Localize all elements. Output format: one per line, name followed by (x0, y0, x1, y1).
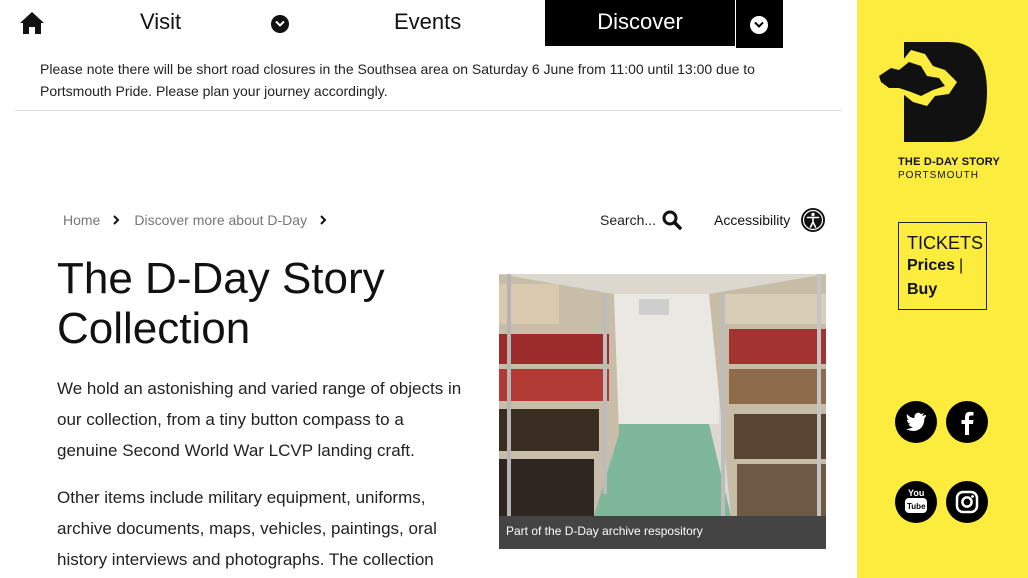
archive-photo (499, 274, 826, 516)
tickets-separator: | (959, 257, 964, 274)
facebook-icon[interactable] (946, 401, 988, 443)
breadcrumb-discover[interactable]: Discover more about D-Day (134, 212, 307, 228)
road-closure-notice: Please note there will be short road clo… (40, 61, 755, 99)
breadcrumb: Home Discover more about D-Day (63, 210, 341, 230)
search-placeholder: Search... (600, 212, 657, 228)
accessibility-icon (801, 208, 826, 232)
logo-subtitle: PORTSMOUTH (898, 170, 979, 181)
search-input[interactable]: Search... (582, 207, 692, 233)
tickets-heading: TICKETS (907, 233, 984, 253)
visit-dropdown-chevron-icon[interactable] (271, 15, 289, 33)
tickets-prices-link[interactable]: Prices (907, 257, 955, 274)
accessibility-label: Accessibility (714, 212, 791, 228)
search-icon[interactable] (662, 210, 682, 230)
chevron-down-icon (750, 16, 768, 34)
tickets-box: TICKETS Prices | Buy (898, 222, 987, 310)
logo-title: THE D-DAY STORY (898, 156, 1001, 168)
d-day-story-logo[interactable] (869, 36, 1009, 146)
body-paragraph: Other items include military equipment, … (57, 488, 437, 569)
nav-visit[interactable]: Visit (140, 0, 181, 46)
chevron-right-icon (320, 215, 327, 225)
divider (15, 110, 842, 111)
svg-text:You: You (908, 488, 924, 498)
page-title: The D-Day Story Collection (57, 254, 385, 353)
tickets-links: Prices | Buy (907, 254, 978, 302)
svg-text:Tube: Tube (907, 502, 926, 511)
nav-discover[interactable]: Discover (545, 0, 735, 46)
breadcrumb-home[interactable]: Home (63, 212, 100, 228)
intro-paragraph: We hold an astonishing and varied range … (57, 379, 462, 460)
main-nav: Visit Events Discover (0, 0, 857, 48)
sidebar: THE D-DAY STORY PORTSMOUTH TICKETS Price… (857, 0, 1028, 578)
nav-events[interactable]: Events (394, 0, 461, 46)
instagram-icon[interactable] (946, 481, 988, 523)
tickets-buy-link[interactable]: Buy (907, 281, 937, 298)
image-caption: Part of the D-Day archive respository (499, 516, 826, 549)
accessibility-button[interactable]: Accessibility (714, 206, 826, 234)
chevron-right-icon (113, 215, 120, 225)
youtube-icon[interactable]: Tube You (895, 481, 937, 523)
discover-dropdown-toggle[interactable] (736, 0, 783, 48)
twitter-icon[interactable] (895, 401, 937, 443)
home-icon[interactable] (18, 10, 46, 36)
